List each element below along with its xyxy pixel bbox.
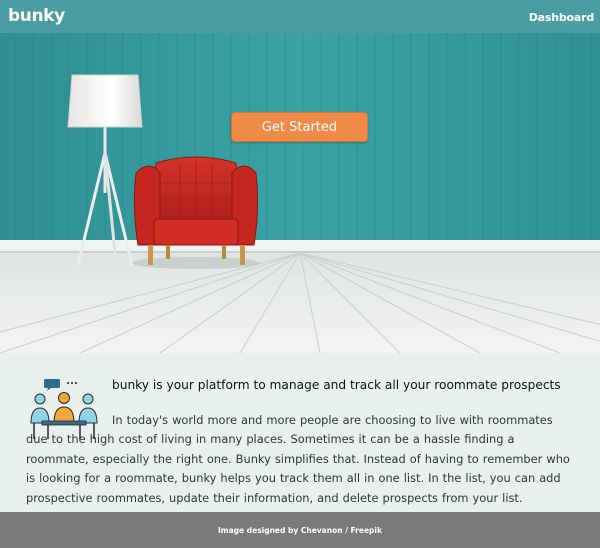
footer: Image designed by Chevanon / Freepik xyxy=(0,512,600,548)
navbar: bunky Dashboard xyxy=(0,0,600,33)
info-section: bunky is your platform to manage and tra… xyxy=(0,353,600,512)
image-credit: Image designed by Chevanon / Freepik xyxy=(218,525,382,535)
info-heading: bunky is your platform to manage and tra… xyxy=(112,378,561,392)
info-body: In today's world more and more people ar… xyxy=(26,413,570,505)
baseboard xyxy=(0,240,600,252)
page: bunky Dashboard Get Started bunky is you… xyxy=(0,0,600,548)
get-started-button[interactable]: Get Started xyxy=(231,112,368,142)
dashboard-link[interactable]: Dashboard xyxy=(529,11,594,24)
hero-image: Get Started xyxy=(0,33,600,353)
brand-logo[interactable]: bunky xyxy=(8,6,65,26)
hero-illustration xyxy=(0,33,600,353)
